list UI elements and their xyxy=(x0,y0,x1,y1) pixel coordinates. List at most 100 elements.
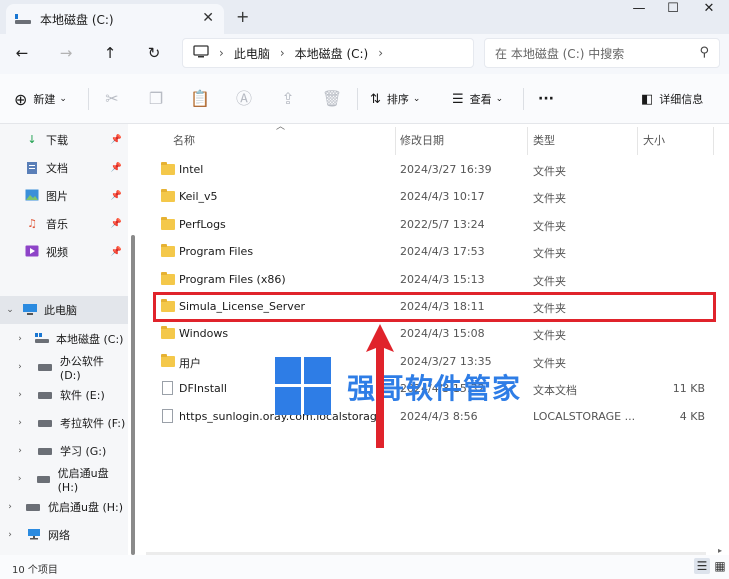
new-button[interactable]: ⊕ 新建 ⌄ xyxy=(14,88,67,110)
column-header-name[interactable]: 名称 xyxy=(173,132,195,148)
chevron-right-icon: › xyxy=(18,418,22,428)
file-name: Keil_v5 xyxy=(179,190,218,204)
column-header-size[interactable]: 大小 xyxy=(643,132,665,148)
file-name: Program Files (x86) xyxy=(179,272,286,286)
sidebar-item-pictures[interactable]: 图片 📌 xyxy=(0,184,128,208)
sidebar-item-drive-c[interactable]: › 本地磁盘 (C:) xyxy=(0,327,128,351)
maximize-button[interactable]: ☐ xyxy=(656,0,690,20)
cut-icon[interactable]: ✂ xyxy=(101,88,123,110)
back-button[interactable]: ← xyxy=(10,42,34,64)
sidebar-item-label: 优启通u盘 (H:) xyxy=(57,466,109,494)
file-date: 2024/4/3 17:53 xyxy=(400,245,485,259)
sidebar-item-label: 下载 xyxy=(46,134,68,147)
sidebar-item-label: 学习 (G:) xyxy=(60,445,107,458)
sidebar-item-drive-g[interactable]: › 学习 (G:) xyxy=(0,439,128,463)
highlight-box xyxy=(153,292,716,322)
sidebar-item-music[interactable]: ♫ 音乐 📌 xyxy=(0,212,128,236)
column-divider[interactable] xyxy=(527,127,528,155)
paste-icon[interactable]: 📋 xyxy=(189,88,211,110)
file-icon xyxy=(162,381,173,396)
tab-label: 本地磁盘 (C:) xyxy=(40,12,114,27)
file-name: PerfLogs xyxy=(179,217,226,231)
chevron-down-icon: ⌄ xyxy=(495,94,504,104)
sidebar-item-label: 优启通u盘 (H:) xyxy=(48,501,124,514)
share-icon[interactable]: ⇪ xyxy=(277,88,299,110)
sort-icon: ⇅ xyxy=(370,91,381,107)
tab-local-disk-c[interactable]: 本地磁盘 (C:) ✕ xyxy=(6,4,224,34)
sort-button[interactable]: ⇅ 排序 ⌄ xyxy=(370,88,420,110)
file-row[interactable]: Program Files (x86) 2024/4/3 15:13 文件夹 xyxy=(143,267,723,294)
tab-close-icon[interactable]: ✕ xyxy=(202,10,214,26)
column-header-date[interactable]: 修改日期 xyxy=(400,132,444,148)
up-button[interactable]: ↑ xyxy=(98,42,122,64)
navigation-bar: ← → ↑ ↻ › 此电脑 › 本地磁盘 (C:) › 在 本地磁盘 (C:) … xyxy=(0,34,729,74)
sidebar-item-label: 图片 xyxy=(46,190,68,203)
file-type: 文件夹 xyxy=(533,329,566,343)
rename-icon[interactable]: Ⓐ xyxy=(233,88,255,110)
file-date: 2024/4/3 15:13 xyxy=(400,272,485,286)
refresh-button[interactable]: ↻ xyxy=(142,42,166,64)
file-row[interactable]: Windows 2024/4/3 15:08 文件夹 xyxy=(143,321,723,348)
chevron-right-icon: › xyxy=(18,362,22,372)
sidebar-item-this-pc[interactable]: ⌄ 此电脑 xyxy=(0,296,128,324)
file-row[interactable]: https_sunlogin.oray.com.localstorage 2024… xyxy=(143,404,723,431)
details-view-icon[interactable]: ☰ xyxy=(694,558,710,574)
file-row[interactable]: Program Files 2024/4/3 17:53 文件夹 xyxy=(143,239,723,266)
minimize-button[interactable]: — xyxy=(622,0,656,20)
divider xyxy=(523,88,524,110)
close-window-button[interactable]: ✕ xyxy=(692,0,726,20)
details-button[interactable]: ◧ 详细信息 xyxy=(641,88,703,110)
chevron-right-icon: › xyxy=(18,446,22,456)
red-arrow-annotation xyxy=(366,324,394,448)
address-bar[interactable]: › 此电脑 › 本地磁盘 (C:) › xyxy=(182,38,474,68)
sidebar-item-drive-f[interactable]: › 考拉软件 (F:) xyxy=(0,411,128,435)
breadcrumb-this-pc[interactable]: 此电脑 xyxy=(234,45,270,62)
file-row[interactable]: PerfLogs 2022/5/7 13:24 文件夹 xyxy=(143,212,723,239)
file-row[interactable]: Keil_v5 2024/4/3 10:17 文件夹 xyxy=(143,184,723,211)
file-type: 文件夹 xyxy=(533,247,566,261)
tiles-view-icon[interactable]: ▦ xyxy=(712,558,728,574)
sidebar-item-documents[interactable]: 文档 📌 xyxy=(0,156,128,180)
column-divider[interactable] xyxy=(637,127,638,155)
sidebar-item-drive-d[interactable]: › 办公软件 (D:) xyxy=(0,355,128,382)
folder-icon xyxy=(161,353,175,367)
column-divider[interactable] xyxy=(395,127,396,155)
copy-icon[interactable]: ❐ xyxy=(145,88,167,110)
plus-circle-icon: ⊕ xyxy=(14,89,28,109)
sidebar-item-drive-h[interactable]: › 优启通u盘 (H:) xyxy=(0,466,128,494)
view-label: 查看 xyxy=(469,93,492,106)
new-tab-button[interactable]: + xyxy=(236,7,249,26)
breadcrumb-local-disk[interactable]: 本地磁盘 (C:) xyxy=(295,45,369,62)
column-header-type[interactable]: 类型 xyxy=(533,132,555,148)
file-row[interactable]: Intel 2024/3/27 16:39 文件夹 xyxy=(143,157,723,184)
delete-icon[interactable]: 🗑 xyxy=(321,88,343,110)
picture-icon xyxy=(24,189,40,203)
forward-button[interactable]: → xyxy=(54,42,78,64)
chevron-down-icon: ⌄ xyxy=(6,305,14,315)
sidebar-item-drive-e[interactable]: › 软件 (E:) xyxy=(0,383,128,407)
new-label: 新建 xyxy=(33,93,56,106)
sidebar-item-usb-h[interactable]: › 优启通u盘 (H:) xyxy=(0,495,128,519)
sidebar-item-network[interactable]: › 网络 xyxy=(0,523,128,547)
drive-icon xyxy=(37,363,52,371)
sidebar-scrollbar[interactable] xyxy=(131,235,135,555)
pin-icon: 📌 xyxy=(110,191,122,201)
file-type: 文件夹 xyxy=(533,192,566,206)
file-date: 2024/3/27 13:35 xyxy=(400,354,492,368)
drive-icon xyxy=(34,332,50,346)
usb-drive-icon xyxy=(26,503,40,511)
more-options-button[interactable]: ··· xyxy=(538,88,554,110)
sidebar-item-videos[interactable]: 视频 📌 xyxy=(0,240,128,264)
details-pane-icon: ◧ xyxy=(641,91,654,107)
file-date: 2024/4/3 10:17 xyxy=(400,190,485,204)
pin-icon: 📌 xyxy=(110,135,122,145)
search-input[interactable]: 在 本地磁盘 (C:) 中搜索 ⚲ xyxy=(484,38,720,68)
video-icon xyxy=(24,245,40,259)
file-name: 用户 xyxy=(179,356,201,370)
document-icon xyxy=(24,161,40,175)
column-divider[interactable] xyxy=(713,127,714,155)
sidebar-item-downloads[interactable]: ↓ 下载 📌 xyxy=(0,128,128,152)
view-button[interactable]: ☰ 查看 ⌄ xyxy=(452,88,503,110)
scroll-right-icon[interactable]: ▸ xyxy=(718,546,722,555)
sort-ascending-icon: ︿ xyxy=(276,122,286,132)
